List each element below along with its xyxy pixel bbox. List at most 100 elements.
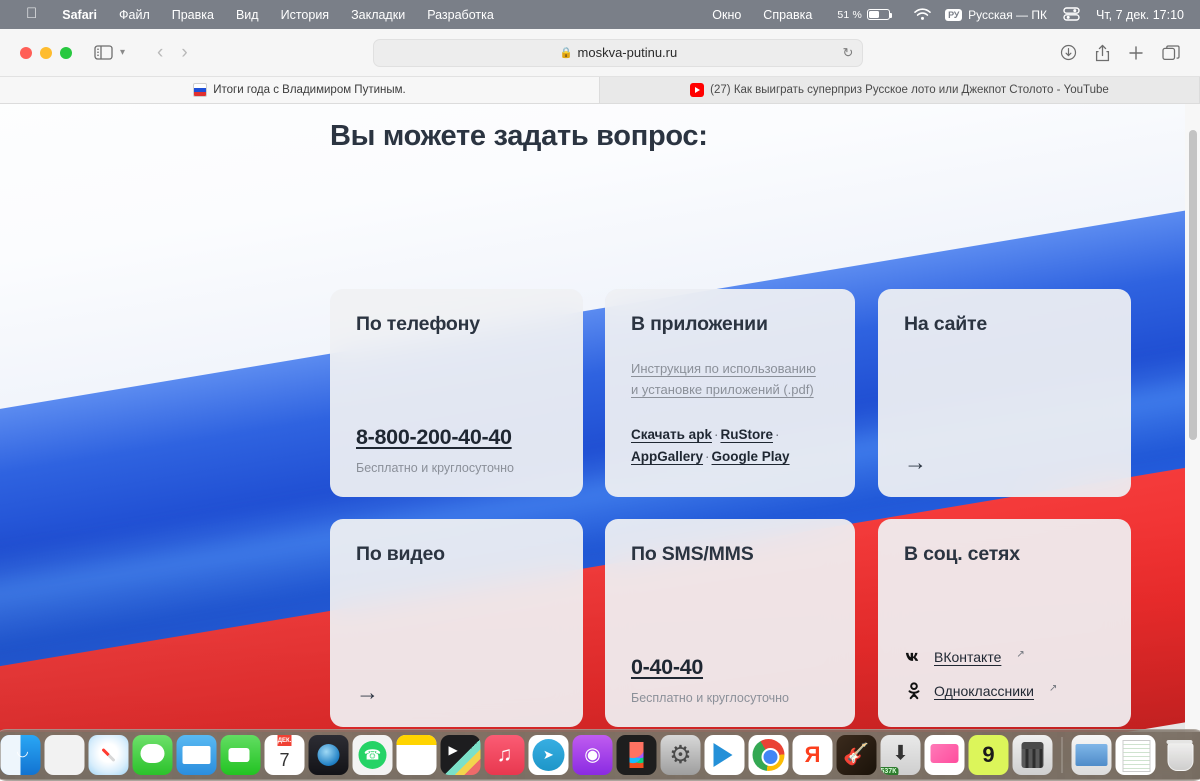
social-link-ok[interactable]: Одноклассники ↗ [904, 681, 1109, 701]
dock-item-yandex-browser[interactable] [793, 735, 833, 775]
social-link-vk[interactable]: ВКонтакте ↗ [904, 647, 1109, 667]
link-separator: · [703, 449, 712, 464]
dock-item-telegram[interactable] [529, 735, 569, 775]
dock-item-messages[interactable] [133, 735, 173, 775]
control-center-icon[interactable] [1063, 7, 1080, 24]
page-content: Вы можете задать вопрос: По телефону 8-8… [0, 104, 1200, 732]
window-traffic-lights [20, 47, 72, 59]
wifi-icon[interactable] [914, 8, 931, 24]
menu-item-window[interactable]: Окно [701, 8, 752, 22]
dock-item-safari[interactable] [89, 735, 129, 775]
battery-status[interactable]: 51 % [837, 9, 890, 21]
dock-item-final-cut-pro[interactable] [441, 735, 481, 775]
phone-number-link[interactable]: 8-800-200-40-40 [356, 425, 512, 450]
menu-item-help[interactable]: Справка [752, 8, 823, 22]
card-on-site[interactable]: На сайте → [878, 289, 1131, 497]
dock-item-chrome[interactable] [749, 735, 789, 775]
phone-note: Бесплатно и круглосуточно [356, 461, 561, 475]
card-title: По телефону [356, 313, 557, 336]
menu-item-history[interactable]: История [270, 8, 340, 22]
new-tab-icon[interactable] [1128, 45, 1144, 61]
reload-icon[interactable]: ↻ [842, 45, 853, 61]
browser-tab-1[interactable]: Итоги года с Владимиром Путиным. [0, 77, 600, 103]
menu-item-develop[interactable]: Разработка [416, 8, 505, 22]
russia-flag-favicon [193, 83, 207, 97]
dock-item-finder[interactable] [1, 735, 41, 775]
menu-item-bookmarks[interactable]: Закладки [340, 8, 416, 22]
keyboard-layout-badge[interactable]: РУ [945, 9, 962, 21]
calendar-day-label: 7 [279, 746, 289, 775]
instruction-pdf-link-line1[interactable]: Инструкция по использованию [631, 358, 829, 379]
sidebar-icon[interactable] [94, 45, 113, 60]
back-arrow-icon[interactable]: ‹ [148, 42, 172, 64]
dock-item-figma[interactable] [617, 735, 657, 775]
dock-item-calendar[interactable]: ДЕК. 7 [265, 735, 305, 775]
dock-item-calculator[interactable] [1013, 735, 1053, 775]
address-bar[interactable]: 🔒 moskva-putinu.ru ↻ [373, 39, 863, 67]
card-in-app[interactable]: В приложении Инструкция по использованию… [605, 289, 855, 497]
ok-link-label[interactable]: Одноклассники [934, 683, 1034, 699]
menu-item-edit[interactable]: Правка [161, 8, 225, 22]
share-icon[interactable] [1095, 44, 1110, 62]
external-link-icon: ↗ [1016, 649, 1024, 660]
safari-toolbar: ▾ ‹ › 🔒 moskva-putinu.ru ↻ [0, 29, 1200, 77]
card-by-sms-mms[interactable]: По SMS/MMS 0-40-40 Бесплатно и круглосут… [605, 519, 855, 727]
keyboard-layout-label[interactable]: Русская — ПК [968, 8, 1047, 22]
dock-item-display-app[interactable] [925, 735, 965, 775]
zoom-window-button[interactable] [60, 47, 72, 59]
app-instruction-block: Инструкция по использованию и установке … [631, 358, 829, 400]
page-scrollbar-thumb[interactable] [1189, 130, 1197, 440]
download-speed-badge: 537К [881, 767, 899, 775]
menu-item-file[interactable]: Файл [108, 8, 161, 22]
menu-bar-clock[interactable]: Чт, 7 дек. 17:10 [1096, 8, 1184, 22]
vk-icon [904, 647, 924, 667]
card-social-networks[interactable]: В соц. сетях ВКонтакте ↗ [878, 519, 1131, 727]
dock-item-whatsapp[interactable] [353, 735, 393, 775]
forward-arrow-icon[interactable]: › [172, 42, 196, 64]
calendar-month-label: ДЕК. [278, 735, 292, 746]
ok-icon [904, 681, 924, 701]
dock-item-music[interactable] [485, 735, 525, 775]
lock-icon: 🔒 [559, 46, 572, 59]
vk-link-label[interactable]: ВКонтакте [934, 649, 1001, 665]
arrow-right-icon[interactable]: → [904, 449, 927, 475]
dock-item-downloads-folder[interactable] [1072, 735, 1112, 775]
browser-tab-2[interactable]: (27) Как выиграть суперприз Русское лото… [600, 77, 1200, 103]
dock-item-trash[interactable] [1160, 735, 1200, 775]
menu-item-view[interactable]: Вид [225, 8, 270, 22]
card-by-video[interactable]: По видео → [330, 519, 583, 727]
instruction-pdf-link-line2[interactable]: и установке приложений (.pdf) [631, 379, 829, 400]
downloads-icon[interactable] [1060, 44, 1077, 61]
dock-item-podcasts[interactable] [573, 735, 613, 775]
card-title: По видео [356, 543, 557, 566]
dock-item-guitar-app[interactable] [837, 735, 877, 775]
chevron-down-icon[interactable]: ▾ [115, 47, 130, 58]
sms-number-link[interactable]: 0-40-40 [631, 655, 703, 680]
dock-item-mail[interactable] [177, 735, 217, 775]
link-separator: · [773, 427, 782, 442]
apple-logo-icon[interactable]:  [26, 6, 37, 21]
dock-item-notes[interactable] [397, 735, 437, 775]
youtube-favicon [690, 83, 704, 97]
arrow-right-icon[interactable]: → [356, 679, 379, 705]
dock-item-launchpad[interactable] [45, 735, 85, 775]
card-title: По SMS/MMS [631, 543, 829, 566]
dock-item-quicktime[interactable] [309, 735, 349, 775]
minimize-window-button[interactable] [40, 47, 52, 59]
store-link-googleplay[interactable]: Google Play [712, 449, 790, 464]
dock-item-facetime[interactable] [221, 735, 261, 775]
close-window-button[interactable] [20, 47, 32, 59]
sms-note: Бесплатно и круглосуточно [631, 691, 833, 705]
dock-item-torrent[interactable]: 537К [881, 735, 921, 775]
menu-item-safari[interactable]: Safari [51, 8, 108, 22]
store-link-rustore[interactable]: RuStore [720, 427, 773, 442]
card-by-phone[interactable]: По телефону 8-800-200-40-40 Бесплатно и … [330, 289, 583, 497]
tab-overview-icon[interactable] [1162, 45, 1180, 61]
dock-item-system-settings[interactable] [661, 735, 701, 775]
dock-item-maxon[interactable] [969, 735, 1009, 775]
dock-item-vscode[interactable] [705, 735, 745, 775]
app-store-links: Скачать apk·RuStore· AppGallery·Google P… [631, 424, 829, 468]
store-link-appgallery[interactable]: AppGallery [631, 449, 703, 464]
store-link-apk[interactable]: Скачать apk [631, 427, 712, 442]
dock-item-documents-stack[interactable] [1116, 735, 1156, 775]
